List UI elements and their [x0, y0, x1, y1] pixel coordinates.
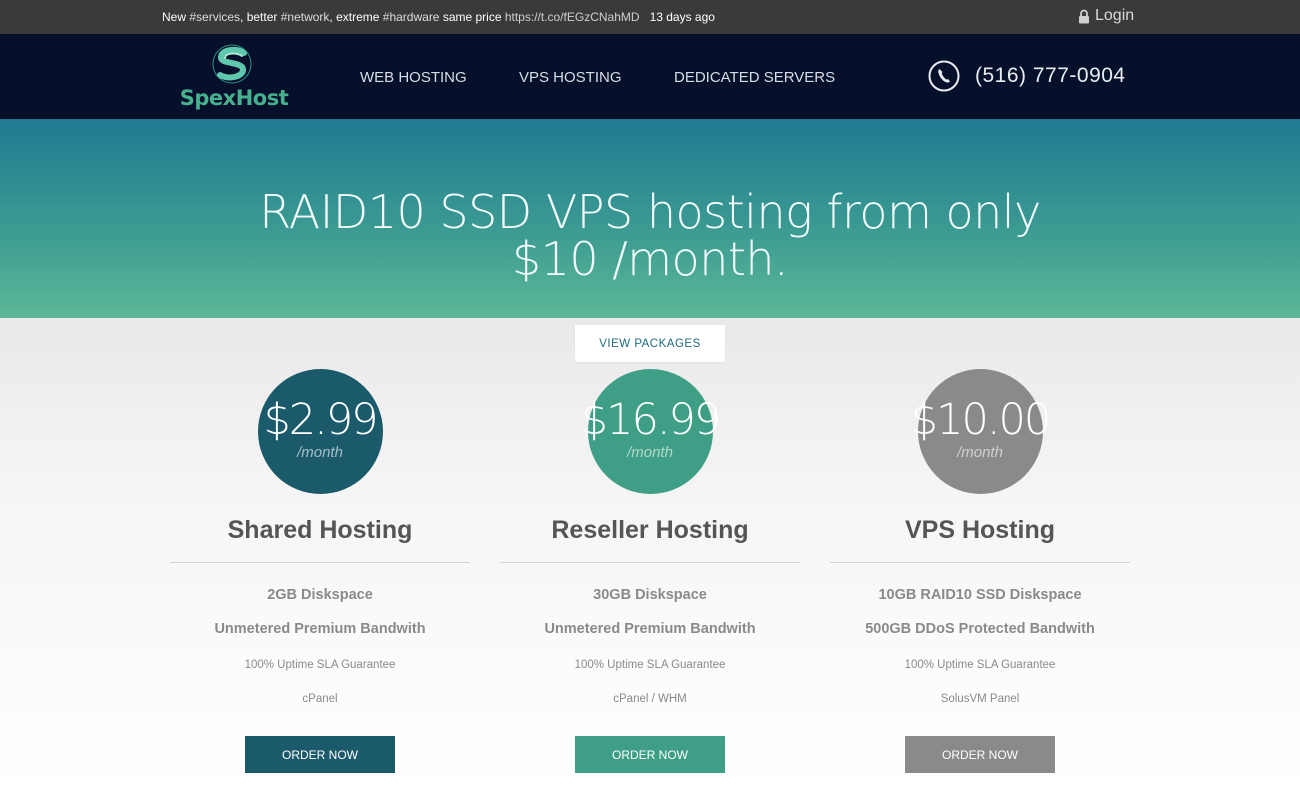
tweet-link[interactable]: https://t.co/fEGzCNahMD: [505, 10, 640, 24]
nav-dedicated-servers[interactable]: DEDICATED SERVERS: [674, 69, 835, 86]
hashtag-hardware[interactable]: #hardware: [383, 10, 440, 24]
nav-vps-hosting[interactable]: VPS HOSTING: [519, 69, 622, 86]
hashtag-network[interactable]: #network: [281, 10, 330, 24]
plan-feature: 10GB RAID10 SSD Diskspace: [878, 587, 1082, 603]
plan-card-shared: $2.99 /month Shared Hosting 2GB Diskspac…: [170, 369, 470, 773]
plan-card-reseller: $16.99 /month Reseller Hosting 30GB Disk…: [500, 369, 800, 773]
plan-feature: 2GB Diskspace: [267, 587, 373, 603]
plan-period: /month: [957, 444, 1003, 461]
plan-feature: 100% Uptime SLA Guarantee: [904, 659, 1056, 671]
main-header: SpexHost WEB HOSTING VPS HOSTING DEDICAT…: [0, 34, 1300, 119]
login-link[interactable]: Login: [1078, 7, 1134, 25]
plan-period: /month: [297, 444, 343, 461]
plan-divider: [500, 562, 800, 563]
plan-feature: Unmetered Premium Bandwith: [544, 621, 756, 637]
plan-feature: cPanel / WHM: [613, 693, 687, 705]
plan-feature: 100% Uptime SLA Guarantee: [574, 659, 726, 671]
view-packages-button[interactable]: VIEW PACKAGES: [575, 325, 725, 362]
plan-price: $10.00: [910, 395, 1051, 445]
phone-icon: [928, 60, 960, 92]
plan-feature: 30GB Diskspace: [593, 587, 707, 603]
price-circle: $16.99 /month: [581, 369, 721, 494]
hero-banner: RAID10 SSD VPS hosting from only $10 /mo…: [0, 119, 1300, 318]
order-now-button-reseller[interactable]: ORDER NOW: [575, 736, 725, 773]
spexhost-logo[interactable]: SpexHost: [172, 42, 296, 112]
tweet-text-4: same price: [439, 10, 505, 24]
logo-mark-icon: [212, 44, 252, 84]
login-label: Login: [1095, 7, 1135, 24]
phone-number: (516) 777-0904: [975, 64, 1126, 87]
plan-name: Reseller Hosting: [551, 516, 749, 544]
nav-web-hosting[interactable]: WEB HOSTING: [360, 69, 467, 86]
latest-tweet: New #services, better #network, extreme …: [162, 10, 715, 24]
tweet-text-1: New: [162, 10, 190, 24]
tweet-text-3: , extreme: [329, 10, 383, 24]
plan-feature: Unmetered Premium Bandwith: [214, 621, 426, 637]
order-now-button-shared[interactable]: ORDER NOW: [245, 736, 395, 773]
plan-divider: [830, 562, 1130, 563]
plan-price: $2.99: [263, 395, 378, 445]
price-circle: $2.99 /month: [257, 369, 383, 494]
plan-feature: cPanel: [302, 693, 338, 705]
order-now-button-vps[interactable]: ORDER NOW: [905, 736, 1055, 773]
plan-name: Shared Hosting: [227, 516, 413, 544]
plan-name: VPS Hosting: [904, 516, 1055, 544]
phone-contact[interactable]: (516) 777-0904: [928, 60, 1126, 92]
plan-feature: 500GB DDoS Protected Bandwith: [865, 621, 1095, 637]
plan-card-vps: $10.00 /month VPS Hosting 10GB RAID10 SS…: [830, 369, 1130, 773]
plan-divider: [170, 562, 470, 563]
hashtag-services[interactable]: #services: [189, 10, 240, 24]
lock-icon: [1079, 9, 1089, 23]
plan-feature: SolusVM Panel: [940, 693, 1020, 705]
plan-feature: 100% Uptime SLA Guarantee: [244, 659, 396, 671]
tweet-text-2: , better: [240, 10, 281, 24]
top-bar: New #services, better #network, extreme …: [0, 0, 1300, 34]
plan-price: $16.99: [580, 395, 721, 445]
logo-text: SpexHost: [179, 86, 289, 110]
plan-period: /month: [627, 444, 673, 461]
price-circle: $10.00 /month: [911, 369, 1051, 494]
tweet-age: 13 days ago: [649, 10, 715, 24]
hero-title: RAID10 SSD VPS hosting from only $10 /mo…: [259, 185, 1041, 286]
